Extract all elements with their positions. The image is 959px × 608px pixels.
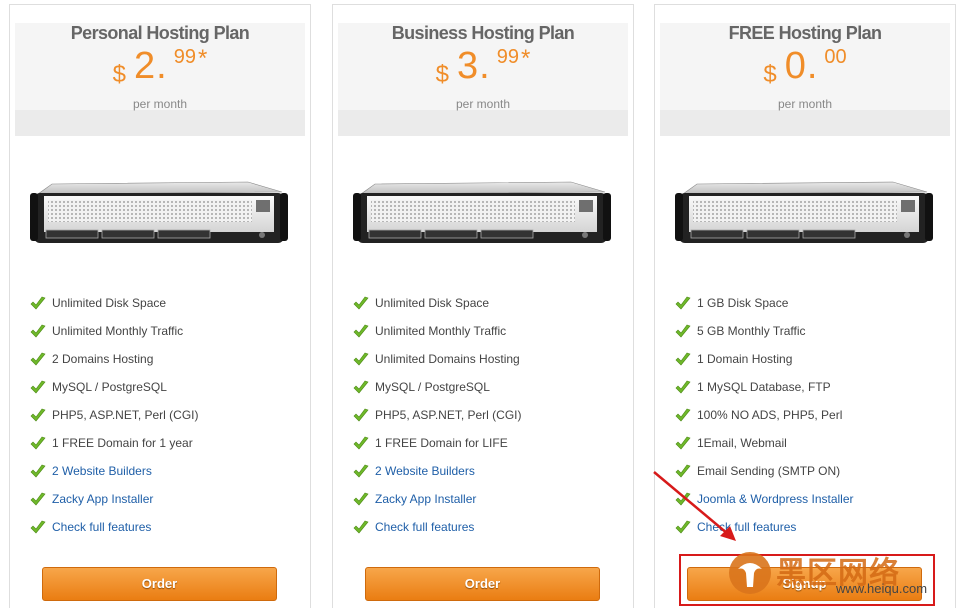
feature-item: 1 FREE Domain for 1 year [30, 429, 199, 457]
plan-card-business: Business Hosting Plan $3. 99* per month U… [332, 4, 634, 608]
checkmark-icon [30, 462, 46, 478]
price-cents: 99 [496, 46, 519, 68]
plan-header-band [15, 110, 305, 136]
price-integer: 3. [457, 45, 491, 87]
checkmark-icon [353, 434, 369, 450]
feature-link-app-installer[interactable]: Zacky App Installer [30, 485, 199, 513]
feature-link-app-installer[interactable]: Zacky App Installer [353, 485, 522, 513]
order-button[interactable]: Order [365, 567, 600, 601]
checkmark-icon [675, 294, 691, 310]
feature-item: MySQL / PostgreSQL [30, 373, 199, 401]
price-period: per month [132, 97, 188, 111]
feature-link-website-builders[interactable]: 2 Website Builders [353, 457, 522, 485]
price-integer: 2. [134, 45, 168, 87]
plan-title: Business Hosting Plan [391, 23, 575, 43]
checkmark-icon [353, 490, 369, 506]
checkmark-icon [675, 350, 691, 366]
checkmark-icon [353, 406, 369, 422]
price-currency: $ [435, 61, 450, 88]
price-cents: 99 [173, 46, 196, 68]
checkmark-icon [675, 434, 691, 450]
feature-item: Unlimited Domains Hosting [353, 345, 522, 373]
plan-title: Personal Hosting Plan [70, 23, 250, 43]
feature-item: Unlimited Disk Space [353, 289, 522, 317]
watermark-url: www.heiqu.com [836, 581, 928, 596]
price-period: per month [455, 97, 511, 111]
feature-item: 1 Domain Hosting [675, 345, 854, 373]
checkmark-icon [353, 322, 369, 338]
feature-list: Unlimited Disk Space Unlimited Monthly T… [353, 289, 522, 541]
plan-title: FREE Hosting Plan [728, 23, 882, 43]
checkmark-icon [353, 378, 369, 394]
plan-price: $3. 99* [333, 45, 633, 88]
checkmark-icon [30, 434, 46, 450]
checkmark-icon [30, 294, 46, 310]
feature-list: Unlimited Disk Space Unlimited Monthly T… [30, 289, 199, 541]
feature-item: 1Email, Webmail [675, 429, 854, 457]
checkmark-icon [353, 350, 369, 366]
price-cents: 00 [824, 46, 847, 68]
server-image [30, 181, 288, 243]
checkmark-icon [30, 518, 46, 534]
price-asterisk: * [197, 45, 208, 72]
plan-price: $2. 99* [10, 45, 310, 88]
plan-card-personal: Personal Hosting Plan $2. 99* per month U… [9, 4, 311, 608]
plan-price: $0. 00 [655, 45, 955, 88]
checkmark-icon [30, 322, 46, 338]
checkmark-icon [30, 350, 46, 366]
price-integer: 0. [784, 45, 819, 87]
plan-header-band [660, 110, 950, 136]
feature-item: Unlimited Disk Space [30, 289, 199, 317]
feature-item: 1 FREE Domain for LIFE [353, 429, 522, 457]
feature-item: PHP5, ASP.NET, Perl (CGI) [30, 401, 199, 429]
checkmark-icon [353, 518, 369, 534]
checkmark-icon [675, 406, 691, 422]
checkmark-icon [675, 322, 691, 338]
checkmark-icon [675, 378, 691, 394]
price-period: per month [777, 97, 833, 111]
feature-link-website-builders[interactable]: 2 Website Builders [30, 457, 199, 485]
annotation-arrow-icon [653, 471, 736, 541]
feature-item: Unlimited Monthly Traffic [30, 317, 199, 345]
feature-item: PHP5, ASP.NET, Perl (CGI) [353, 401, 522, 429]
price-currency: $ [112, 61, 127, 88]
price-currency: $ [763, 61, 777, 88]
server-image [353, 181, 611, 243]
feature-link-full-features[interactable]: Check full features [30, 513, 199, 541]
checkmark-icon [30, 490, 46, 506]
feature-item: 2 Domains Hosting [30, 345, 199, 373]
checkmark-icon [30, 378, 46, 394]
plan-header-band [338, 110, 628, 136]
feature-item: MySQL / PostgreSQL [353, 373, 522, 401]
checkmark-icon [353, 462, 369, 478]
price-asterisk: * [520, 45, 531, 72]
order-button[interactable]: Order [42, 567, 277, 601]
feature-item: 1 MySQL Database, FTP [675, 373, 854, 401]
feature-item: Unlimited Monthly Traffic [353, 317, 522, 345]
feature-item: 5 GB Monthly Traffic [675, 317, 854, 345]
checkmark-icon [353, 294, 369, 310]
feature-item: 1 GB Disk Space [675, 289, 854, 317]
feature-item: 100% NO ADS, PHP5, Perl [675, 401, 854, 429]
server-image [675, 181, 933, 243]
feature-link-full-features[interactable]: Check full features [353, 513, 522, 541]
checkmark-icon [30, 406, 46, 422]
